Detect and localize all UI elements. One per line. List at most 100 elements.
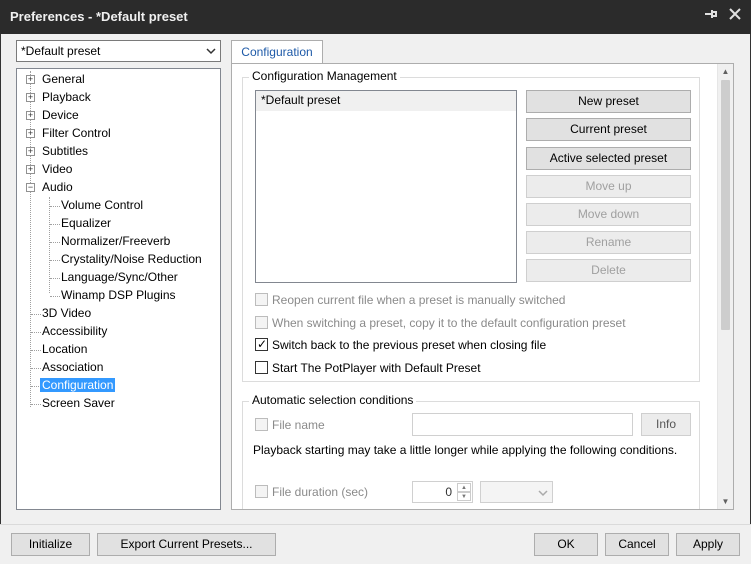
checkmark-icon: ✓ [257,337,268,351]
scroll-thumb[interactable] [721,80,730,330]
new-preset-button[interactable]: New preset [526,90,691,113]
tree-item-normalizer[interactable]: Normalizer/Freeverb [61,233,170,250]
window-title: Preferences - *Default preset [10,9,188,24]
title-bar: Preferences - *Default preset [0,0,751,34]
preset-list[interactable]: *Default preset [255,90,517,283]
expand-icon[interactable]: + [26,75,35,84]
file-name-label: File name [272,418,325,432]
expand-icon[interactable]: + [26,147,35,156]
tree-item-equalizer[interactable]: Equalizer [61,215,111,232]
collapse-icon[interactable]: − [26,183,35,192]
apply-button[interactable]: Apply [676,533,740,556]
tree-item-label: 3D Video [42,306,92,320]
tree-item-label: Language/Sync/Other [61,270,178,284]
group-legend: Automatic selection conditions [249,393,417,407]
tree-line [50,278,60,279]
copy-default-label: When switching a preset, copy it to the … [272,316,626,330]
move-up-button[interactable]: Move up [526,175,691,198]
tree-item-label: Subtitles [42,144,89,158]
tree-item-label: Configuration [40,378,116,392]
tree-item-label: Playback [42,90,91,104]
auto-selection-group: Automatic selection conditions File name… [242,393,700,509]
start-default-option[interactable]: Start The PotPlayer with Default Preset [255,360,481,376]
expand-icon[interactable]: + [26,165,35,174]
list-item[interactable]: *Default preset [256,91,516,111]
pin-icon[interactable] [700,6,722,28]
file-name-input[interactable] [412,413,633,436]
scroll-up-icon[interactable]: ▲ [718,64,733,79]
tree-item-label: Video [42,162,73,176]
tree-line [50,224,60,225]
switch-back-checkbox[interactable]: ✓ [255,337,268,351]
tree-line [31,404,41,405]
tree-line [31,350,41,351]
settings-tree[interactable]: + General + Playback + Device + Filter C… [16,68,221,510]
expand-icon[interactable]: + [26,111,35,120]
tree-item-3d-video[interactable]: 3D Video [42,305,91,322]
file-name-checkbox[interactable] [255,418,268,431]
stepper-up-icon[interactable]: ▲ [457,483,471,492]
tree-item-screen-saver[interactable]: Screen Saver [42,395,115,412]
tree-item-volume-control[interactable]: Volume Control [61,197,143,214]
stepper-down-icon[interactable]: ▼ [457,492,471,501]
tree-item-label: Audio [42,180,73,194]
expand-icon[interactable]: + [26,93,35,102]
tree-item-label: Location [42,342,88,356]
tree-item-label: General [42,72,85,86]
tree-item-accessibility[interactable]: Accessibility [42,323,107,340]
move-down-button[interactable]: Move down [526,203,691,226]
initialize-button[interactable]: Initialize [11,533,90,556]
switch-back-label: Switch back to the previous preset when … [272,338,547,352]
group-legend: Configuration Management [249,69,400,83]
copy-default-option[interactable]: When switching a preset, copy it to the … [255,315,626,331]
preset-select[interactable]: *Default preset [16,40,221,62]
tree-item-label: Crystality/Noise Reduction [61,252,202,266]
tree-item-label: Device [42,108,79,122]
active-selected-preset-button[interactable]: Active selected preset [526,147,691,170]
start-default-checkbox[interactable] [255,361,268,374]
export-presets-button[interactable]: Export Current Presets... [97,533,276,556]
tree-item-label: Association [42,360,104,374]
current-preset-button[interactable]: Current preset [526,118,691,141]
expand-icon[interactable]: + [26,129,35,138]
tree-item-label: Accessibility [42,324,108,338]
duration-stepper[interactable]: 0 ▲ ▼ [412,481,473,503]
conditions-note: Playback starting may take a little long… [253,443,678,457]
tree-line [31,314,41,315]
tree-line [50,242,60,243]
panel-scrollbar[interactable]: ▲ ▼ [717,64,733,509]
tree-item-crystality[interactable]: Crystality/Noise Reduction [61,251,202,268]
ok-button[interactable]: OK [534,533,598,556]
scroll-down-icon[interactable]: ▼ [718,494,733,509]
tab-configuration[interactable]: Configuration [231,40,323,64]
tree-line [31,368,41,369]
tree-line [50,206,60,207]
tree-item-language-sync[interactable]: Language/Sync/Other [61,269,178,286]
file-duration-checkbox[interactable] [255,485,268,498]
config-management-group: Configuration Management *Default preset… [242,69,700,382]
delete-button[interactable]: Delete [526,259,691,282]
tree-item-label: Normalizer/Freeverb [61,234,171,248]
file-name-option[interactable]: File name [255,417,325,433]
footer-bar: Initialize Export Current Presets... OK … [0,524,751,564]
tree-item-association[interactable]: Association [42,359,103,376]
tree-item-location[interactable]: Location [42,341,87,358]
reopen-checkbox[interactable] [255,293,268,306]
configuration-panel: Configuration Management *Default preset… [231,63,734,510]
copy-default-checkbox[interactable] [255,316,268,329]
switch-back-option[interactable]: ✓ Switch back to the previous preset when… [255,337,546,353]
close-icon[interactable] [724,6,746,28]
info-button[interactable]: Info [641,413,691,436]
cancel-button[interactable]: Cancel [605,533,669,556]
tree-item-label: Winamp DSP Plugins [61,288,176,302]
tree-item-label: Volume Control [61,198,144,212]
tree-item-winamp-dsp[interactable]: Winamp DSP Plugins [61,287,176,304]
file-duration-option[interactable]: File duration (sec) [255,484,368,500]
chevron-down-icon [206,45,216,55]
chevron-down-icon [538,487,548,501]
duration-condition-select[interactable] [480,481,553,503]
rename-button[interactable]: Rename [526,231,691,254]
start-default-label: Start The PotPlayer with Default Preset [272,361,481,375]
reopen-option[interactable]: Reopen current file when a preset is man… [255,292,565,308]
tree-item-configuration[interactable]: Configuration [40,377,116,394]
